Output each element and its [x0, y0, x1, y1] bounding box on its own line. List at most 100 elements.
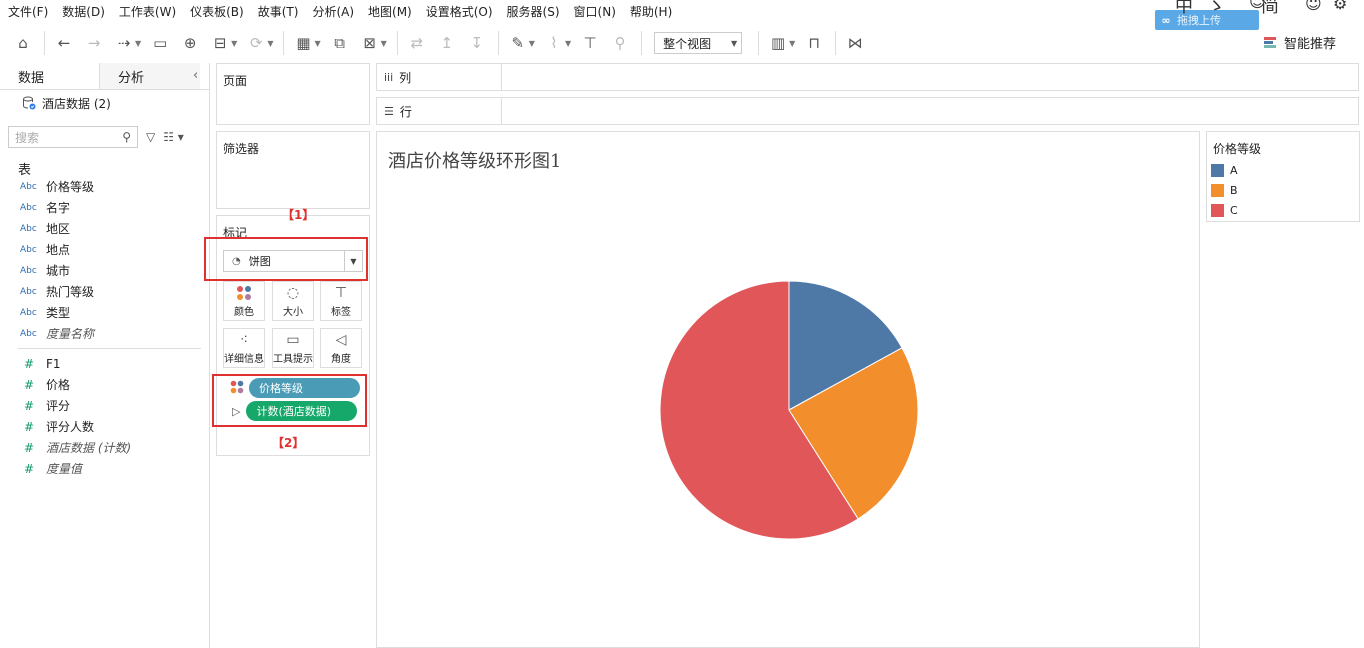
emoji-icon[interactable]: ☺ — [1305, 0, 1322, 13]
string-type-icon: Abc — [20, 244, 37, 255]
show-labels-icon[interactable]: ⊤ — [579, 32, 601, 54]
legend-label: B — [1230, 184, 1238, 197]
menu-item[interactable]: 工作表(W) — [119, 3, 176, 20]
field-name: 地点 — [46, 243, 71, 257]
dimension-field[interactable]: Abc 城市 — [0, 260, 209, 281]
color-button[interactable]: 颜色 — [223, 281, 265, 321]
measure-field[interactable]: # 酒店数据 (计数) — [0, 437, 209, 458]
tooltip-button[interactable]: ▭ 工具提示 — [272, 328, 314, 368]
dimension-field[interactable]: Abc 热门等级 — [0, 281, 209, 302]
view-list-icon[interactable]: ☷ ▾ — [163, 130, 184, 144]
refresh-icon[interactable]: ⟳ — [245, 32, 267, 54]
legend-item[interactable]: B — [1211, 184, 1238, 197]
swap-icon[interactable]: ⇄ — [406, 32, 428, 54]
measure-field[interactable]: # 价格 — [0, 374, 209, 395]
menu-item[interactable]: 故事(T) — [258, 3, 299, 20]
sort-ascending-icon[interactable]: ↥ — [436, 32, 458, 54]
chevron-down-icon[interactable]: ▼ — [381, 39, 387, 48]
share-icon[interactable]: ⋈ — [844, 32, 866, 54]
ime-punctuation-icon[interactable]: ゝ — [1207, 0, 1225, 18]
string-type-icon: Abc — [20, 307, 37, 318]
annotation-label-2: 【2】 — [272, 436, 305, 450]
highlight-icon[interactable]: ✎ — [507, 32, 529, 54]
tables-heading: 表 — [18, 163, 32, 178]
menu-item[interactable]: 窗口(N) — [574, 3, 616, 20]
color-icon — [236, 285, 252, 303]
chevron-down-icon[interactable]: ▼ — [789, 39, 795, 48]
string-type-icon: Abc — [20, 223, 37, 234]
chevron-down-icon[interactable]: ▼ — [565, 39, 571, 48]
menu-item[interactable]: 设置格式(O) — [426, 3, 493, 20]
toolbar-divider — [396, 31, 398, 55]
undo-icon[interactable]: ← — [53, 32, 75, 54]
show-me-button[interactable]: 智能推荐 — [1264, 33, 1336, 52]
menu-item[interactable]: 地图(M) — [368, 3, 412, 20]
home-icon[interactable]: ⌂ — [12, 32, 34, 54]
collapse-icon[interactable]: ‹ — [193, 68, 198, 83]
rows-icon: ☰ — [384, 104, 394, 118]
tab-analysis[interactable]: 分析 — [100, 63, 200, 89]
rows-shelf[interactable]: ☰ 行 — [376, 97, 1359, 125]
replay-icon[interactable]: ⇢ — [113, 32, 135, 54]
filter-icon[interactable]: ▽ — [146, 130, 155, 144]
label-icon: ⊤ — [334, 284, 348, 301]
chevron-down-icon[interactable]: ▼ — [135, 39, 141, 48]
dimension-field[interactable]: Abc 价格等级 — [0, 176, 209, 197]
legend-item[interactable]: C — [1211, 204, 1238, 217]
dimension-field[interactable]: Abc 名字 — [0, 197, 209, 218]
clear-sheet-icon[interactable]: ⊠ — [359, 32, 381, 54]
size-button[interactable]: ◌ 大小 — [272, 281, 314, 321]
color-legend[interactable]: 价格等级 ABC — [1206, 131, 1360, 222]
dimension-field[interactable]: Abc 度量名称 — [0, 323, 209, 344]
worksheet-view[interactable]: 酒店价格等级环形图1 — [376, 131, 1200, 648]
show-cards-icon[interactable]: ▥ — [767, 32, 789, 54]
gear-icon[interactable]: ⚙ — [1333, 0, 1347, 13]
field-search-input[interactable]: 搜索 ⚲ — [8, 126, 138, 148]
menu-item[interactable]: 分析(A) — [312, 3, 354, 20]
columns-label: 列 — [399, 70, 412, 85]
tooltip-label: 工具提示 — [273, 353, 313, 365]
number-type-icon: # — [24, 356, 35, 371]
pie-chart[interactable] — [377, 132, 1199, 647]
datasource-item[interactable]: 酒店数据 (2) — [0, 90, 209, 116]
new-sheet-icon[interactable]: ▦ — [292, 32, 314, 54]
chevron-down-icon[interactable]: ▼ — [267, 39, 273, 48]
pages-card[interactable]: 页面 — [216, 63, 370, 125]
chevron-down-icon[interactable]: ▼ — [314, 39, 320, 48]
columns-shelf[interactable]: iii 列 — [376, 63, 1359, 91]
menu-item[interactable]: 服务器(S) — [507, 3, 560, 20]
database-icon — [22, 96, 36, 110]
tab-data[interactable]: 数据 — [0, 63, 100, 89]
chevron-down-icon[interactable]: ▼ — [529, 39, 535, 48]
duplicate-sheet-icon[interactable]: ⧉ — [329, 32, 351, 54]
save-icon[interactable]: ▭ — [149, 32, 171, 54]
pause-datasource-icon[interactable]: ⊟ — [209, 32, 231, 54]
view-mode-select[interactable]: 整个视图 ▼ — [654, 32, 743, 54]
dimension-field[interactable]: Abc 地区 — [0, 218, 209, 239]
menu-item[interactable]: 文件(F) — [8, 3, 48, 20]
redo-icon[interactable]: → — [83, 32, 105, 54]
angle-button[interactable]: ◁ 角度 — [320, 328, 362, 368]
measure-field[interactable]: # 评分 — [0, 395, 209, 416]
menu-item[interactable]: 仪表板(B) — [190, 3, 244, 20]
ime-simplified-text[interactable]: 简 — [1261, 0, 1279, 18]
chevron-down-icon[interactable]: ▼ — [231, 39, 237, 48]
group-icon[interactable]: ⌇ — [543, 32, 565, 54]
sort-descending-icon[interactable]: ↧ — [466, 32, 488, 54]
new-datasource-icon[interactable]: ⊕ — [179, 32, 201, 54]
detail-button[interactable]: ⁖ 详细信息 — [223, 328, 265, 368]
label-button[interactable]: ⊤ 标签 — [320, 281, 362, 321]
legend-item[interactable]: A — [1211, 164, 1238, 177]
measure-field[interactable]: # F1 — [0, 353, 209, 374]
filters-card[interactable]: 筛选器 — [216, 131, 370, 209]
field-name: 度量名称 — [46, 327, 95, 341]
pin-icon[interactable]: ⚲ — [609, 32, 631, 54]
measure-field[interactable]: # 度量值 — [0, 458, 209, 479]
dimension-field[interactable]: Abc 地点 — [0, 239, 209, 260]
menu-item[interactable]: 数据(D) — [62, 3, 105, 20]
menu-item[interactable]: 帮助(H) — [630, 3, 672, 20]
ime-chinese-icon[interactable]: 中 — [1175, 0, 1193, 18]
measure-field[interactable]: # 评分人数 — [0, 416, 209, 437]
presentation-icon[interactable]: ⊓ — [803, 32, 825, 54]
dimension-field[interactable]: Abc 类型 — [0, 302, 209, 323]
